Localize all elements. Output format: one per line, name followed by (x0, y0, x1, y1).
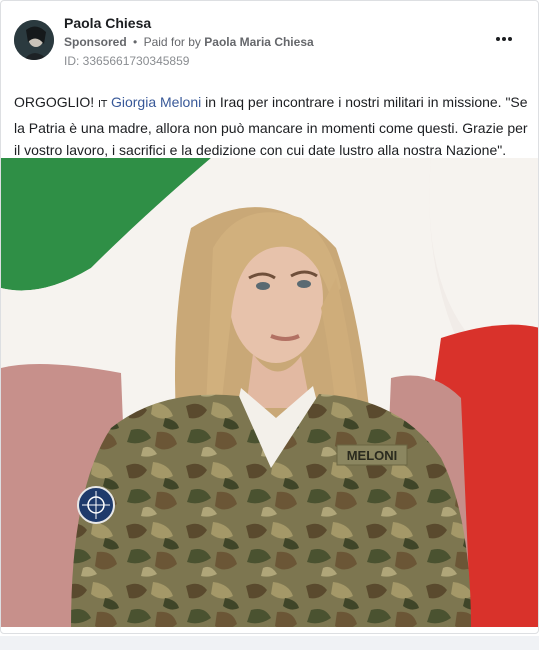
author-name[interactable]: Paola Chiesa (64, 15, 151, 31)
more-horizontal-icon (495, 37, 500, 41)
more-options-button[interactable] (490, 29, 518, 49)
meta-separator: • (133, 35, 138, 49)
ad-id: ID: 3365661730345859 (64, 54, 190, 68)
mention-link[interactable]: Giorgia Meloni (111, 94, 201, 110)
post-image[interactable]: MELONI (1, 158, 538, 627)
author-avatar[interactable] (14, 20, 54, 60)
post-text-prefix: ORGOGLIO! (14, 94, 99, 110)
sponsored-label: Sponsored (64, 35, 127, 49)
name-tape-text: MELONI (347, 448, 398, 463)
paid-for-prefix: Paid for by (143, 35, 201, 49)
more-dot (508, 37, 513, 41)
feed-divider (0, 636, 539, 650)
post-header: Paola Chiesa Sponsored • Paid for by Pao… (1, 1, 538, 81)
italy-flag-icon: IT (98, 99, 108, 110)
paid-for-by[interactable]: Paola Maria Chiesa (204, 35, 313, 49)
post-text: ORGOGLIO! IT Giorgia Meloni in Iraq per … (14, 91, 529, 162)
ad-card: Paola Chiesa Sponsored • Paid for by Pao… (0, 0, 539, 634)
more-dot (502, 37, 506, 41)
sponsored-meta: Sponsored • Paid for by Paola Maria Chie… (64, 35, 314, 49)
